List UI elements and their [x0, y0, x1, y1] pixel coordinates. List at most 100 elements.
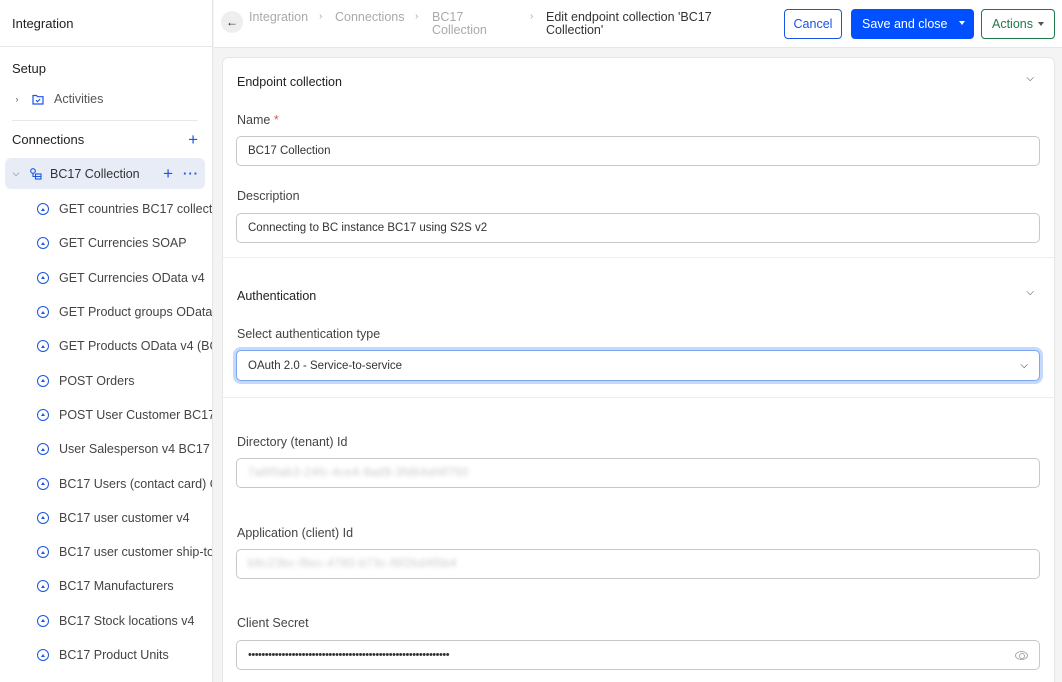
caret-down-icon: [1038, 22, 1044, 26]
list-item[interactable]: GET Currencies OData v4: [0, 261, 212, 295]
endpoint-label: GET Product groups OData v4: [59, 305, 213, 320]
client-secret-label: Client Secret: [237, 616, 309, 630]
arrow-left-icon: ←: [226, 15, 238, 29]
collection-icon: [30, 167, 42, 180]
endpoint-label: GET Products OData v4 (BC17): [59, 339, 212, 354]
back-button[interactable]: ←: [221, 11, 243, 33]
list-item[interactable]: GET Product groups OData v4: [0, 295, 213, 329]
header: ← Integration › Connections › BC17 Colle…: [214, 0, 1062, 48]
collection-label: BC17 Collection: [50, 166, 140, 181]
endpoint-label: GET countries BC17 collection: [59, 202, 213, 217]
list-item[interactable]: GET Products OData v4 (BC17): [0, 329, 212, 363]
tenant-id-input[interactable]: 7a6f0ab3-24fc-4ce4-9ad9-3fd64af4f750: [236, 458, 1040, 488]
chevron-right-icon: ›: [415, 11, 419, 22]
list-item[interactable]: GET Currencies SOAP: [0, 226, 212, 260]
folder-check-icon: [32, 94, 44, 105]
description-input[interactable]: Connecting to BC instance BC17 using S2S…: [236, 213, 1040, 243]
endpoint-label: GET Currencies SOAP: [59, 236, 187, 251]
endpoint-label: BC17 Users (contact card) OData: [59, 476, 212, 491]
list-item[interactable]: POST User Customer BC17: [0, 398, 213, 432]
actions-button[interactable]: Actions: [981, 9, 1055, 39]
sidebar-title: Integration: [0, 0, 212, 47]
add-connection-button[interactable]: +: [188, 131, 198, 148]
endpoint-label: BC17 user customer ship-to: [59, 545, 213, 560]
sidebar-divider: [12, 120, 198, 121]
breadcrumb-connections[interactable]: Connections: [335, 11, 405, 24]
client-id-input[interactable]: b9c23bc-f8ec-4780-b73c-f6f2bd4f5b4: [236, 549, 1040, 579]
auth-type-value: OAuth 2.0 - Service-to-service: [248, 359, 403, 372]
endpoint-icon: [37, 443, 49, 456]
sidebar: Integration Setup › Activities Connectio…: [0, 0, 213, 682]
list-item[interactable]: BC17 Stock locations v4: [0, 604, 212, 638]
list-item[interactable]: BC17 user customer v4: [0, 501, 212, 535]
auth-type-label: Select authentication type: [237, 327, 381, 341]
endpoint-icon: [37, 306, 49, 319]
client-id-value: b9c23bc-f8ec-4780-b73c-f6f2bd4f5b4: [248, 558, 457, 570]
endpoint-label: User Salesperson v4 BC17 collection: [59, 442, 212, 457]
tenant-id-label: Directory (tenant) Id: [237, 435, 348, 449]
breadcrumb-integration[interactable]: Integration: [249, 11, 308, 24]
client-secret-input[interactable]: ••••••••••••••••••••••••••••••••••••••••…: [236, 640, 1040, 670]
caret-down-icon[interactable]: [959, 21, 965, 25]
client-secret-value: ••••••••••••••••••••••••••••••••••••••••…: [248, 649, 450, 661]
endpoint-section-title: Endpoint collection: [237, 75, 342, 89]
endpoint-icon: [37, 203, 49, 216]
name-label-text: Name: [237, 113, 271, 127]
auth-type-select[interactable]: OAuth 2.0 - Service-to-service ⌵: [236, 350, 1040, 381]
connections-heading: Connections +: [12, 131, 198, 148]
endpoint-icon: [37, 374, 49, 387]
endpoint-label: POST Orders: [59, 373, 135, 388]
eye-icon[interactable]: [1015, 650, 1028, 660]
save-and-close-button[interactable]: Save and close: [851, 9, 974, 39]
description-label: Description: [237, 189, 300, 203]
list-item[interactable]: POST Orders: [0, 363, 212, 397]
auth-section-title: Authentication: [237, 289, 317, 303]
endpoint-list: GET countries BC17 collection GET Curren…: [0, 192, 213, 672]
required-mark: *: [273, 113, 279, 127]
chevron-down-icon[interactable]: ⌵: [1026, 73, 1034, 84]
endpoint-label: BC17 user customer v4: [59, 510, 190, 525]
activities-label: Activities: [54, 92, 104, 106]
actions-label: Actions: [992, 17, 1033, 31]
section-divider: [223, 397, 1054, 398]
chevron-down-icon: ⌵: [1020, 360, 1028, 371]
list-item[interactable]: User Salesperson v4 BC17 collection: [0, 432, 212, 466]
client-id-label: Application (client) Id: [237, 526, 354, 540]
breadcrumb-collection[interactable]: BC17 Collection: [432, 11, 502, 37]
endpoint-icon: [37, 271, 49, 284]
more-options-button[interactable]: ···: [183, 166, 199, 181]
endpoint-label: POST User Customer BC17: [59, 407, 213, 422]
name-input[interactable]: BC17 Collection: [236, 136, 1040, 166]
endpoint-icon: [37, 614, 49, 627]
chevron-right-icon: ›: [319, 11, 323, 22]
list-item[interactable]: BC17 Manufacturers: [0, 569, 212, 603]
list-item[interactable]: BC17 Product Units: [0, 638, 212, 672]
setup-heading: Setup: [12, 61, 46, 76]
sidebar-item-bc17-collection[interactable]: ⌵ BC17 Collection + ···: [5, 158, 205, 189]
tenant-id-value: 7a6f0ab3-24fc-4ce4-9ad9-3fd64af4f750: [248, 467, 469, 479]
endpoint-icon: [37, 546, 49, 559]
endpoint-icon: [37, 408, 49, 421]
add-endpoint-button[interactable]: +: [163, 165, 173, 182]
name-label: Name *: [237, 113, 279, 127]
endpoint-label: BC17 Stock locations v4: [59, 613, 195, 628]
endpoint-label: BC17 Manufacturers: [59, 579, 174, 594]
endpoint-icon: [37, 580, 49, 593]
endpoint-icon: [37, 340, 49, 353]
section-divider: [223, 257, 1054, 258]
chevron-right-icon: ›: [530, 11, 534, 22]
list-item[interactable]: GET countries BC17 collection: [0, 192, 213, 226]
chevron-right-icon[interactable]: ›: [12, 94, 22, 104]
endpoint-label: BC17 Product Units: [59, 648, 169, 662]
list-item[interactable]: BC17 Users (contact card) OData: [0, 466, 212, 500]
endpoint-icon: [37, 237, 49, 250]
breadcrumb-current: Edit endpoint collection 'BC17 Collectio…: [546, 10, 712, 37]
endpoint-label: GET Currencies OData v4: [59, 270, 205, 285]
cancel-button[interactable]: Cancel: [784, 9, 842, 39]
list-item[interactable]: BC17 user customer ship-to: [0, 535, 213, 569]
form-panel: Endpoint collection ⌵ Name * BC17 Collec…: [222, 57, 1055, 682]
sidebar-item-activities[interactable]: › Activities: [12, 92, 104, 106]
endpoint-icon: [37, 477, 49, 490]
chevron-down-icon[interactable]: ⌵: [1026, 287, 1034, 298]
chevron-down-icon[interactable]: ⌵: [11, 168, 21, 179]
